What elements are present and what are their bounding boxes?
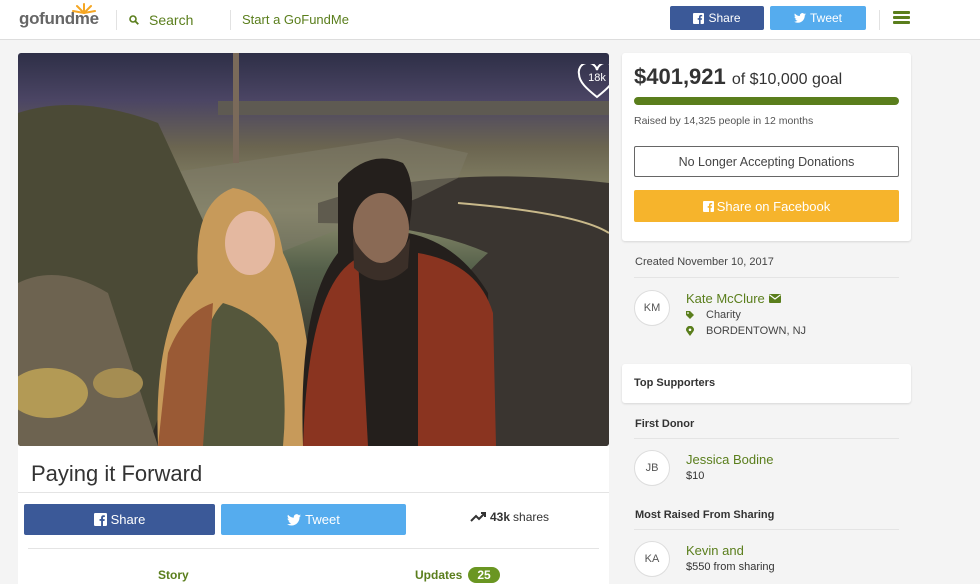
created-date: Created November 10, 2017 [635,256,774,268]
campaign-photo-image [18,53,609,446]
facebook-share-button[interactable]: Share [24,504,215,535]
start-gofundme-link[interactable]: Start a GoFundMe [242,12,349,27]
tab-story[interactable]: Story [158,568,189,582]
most-sharing-label: Most Raised From Sharing [635,509,775,521]
most-sharing-avatar: KA [634,541,670,577]
first-donor-amount: $10 [686,470,705,482]
goal-text: of $10,000 goal [731,71,843,88]
progress-bar [634,97,899,105]
tag-icon [686,311,694,319]
campaign-photo[interactable]: 18k 16 [18,53,609,446]
most-sharing-name[interactable]: Kevin and [686,543,744,558]
campaign-title-card: Paying it Forward Share Tweet 43k shares… [18,446,609,584]
gofundme-logo[interactable]: gofundme [19,3,99,29]
divider [634,438,899,439]
first-donor-label: First Donor [635,418,695,430]
header-facebook-share-button[interactable]: Share [670,6,764,30]
heart-count: 18k [588,72,606,84]
tab-updates[interactable]: Updates 25 [415,567,500,583]
organizer-name: Kate McClure [686,291,765,306]
top-navbar: gofundme Search Start a GoFundMe Share T… [0,0,980,40]
search-link[interactable]: Search [129,11,193,29]
share-count-suffix: shares [513,510,550,524]
divider [634,277,899,278]
tweet-button-label: Tweet [305,512,340,527]
organizer-name-link[interactable]: Kate McClure [686,291,781,306]
organizer-avatar[interactable]: KM [634,290,670,326]
divider [18,492,609,493]
trending-up-icon [470,512,486,522]
first-donor-name[interactable]: Jessica Bodine [686,452,773,467]
facebook-icon [693,12,705,24]
organizer-category-text: Charity [706,309,741,321]
organizer-category: Charity [686,309,741,321]
organizer-location-text: BORDENTOWN, NJ [706,325,807,337]
facebook-icon [702,200,714,212]
no-longer-accepting-button[interactable]: No Longer Accepting Donations [634,146,899,177]
raised-amount: $401,921 [634,64,726,89]
top-supporters-heading: Top Supporters [634,377,716,389]
divider [634,529,899,530]
share-on-facebook-button[interactable]: Share on Facebook [634,190,899,222]
twitter-icon [287,513,302,526]
top-supporters-header: Top Supporters [622,364,911,403]
campaign-title: Paying it Forward [31,461,203,486]
tweet-button[interactable]: Tweet [221,504,406,535]
twitter-icon [793,13,806,23]
updates-count-badge: 25 [468,567,500,583]
share-count-value: 43k [490,510,511,524]
divider [28,548,599,549]
header-tweet-label: Tweet [809,11,842,25]
email-icon[interactable] [768,294,781,303]
location-pin-icon [686,326,694,336]
search-label: Search [149,12,194,28]
header-tweet-button[interactable]: Tweet [770,6,866,30]
share-on-facebook-label: Share on Facebook [716,198,831,214]
hamburger-menu-icon[interactable] [893,11,910,25]
raised-by-text: Raised by 14,325 people in 12 months [634,115,814,127]
first-donor-avatar: JB [634,450,670,486]
organizer-location: BORDENTOWN, NJ [686,325,806,337]
header-divider [879,10,880,30]
facebook-icon [93,513,107,526]
donation-card: $401,921 of $10,000 goal Raised by 14,32… [622,53,911,241]
search-icon [129,15,139,25]
tab-updates-label: Updates [415,568,463,582]
most-sharing-amount: $550 from sharing [686,561,775,573]
share-button-label: Share [110,512,146,527]
logo-sun-icon [72,3,96,14]
share-count: 43k shares [470,510,549,524]
amount-raised: $401,921 of $10,000 goal [634,64,842,90]
progress-fill [634,97,899,105]
header-share-label: Share [708,11,741,25]
header-divider [230,10,231,30]
header-divider [116,10,117,30]
